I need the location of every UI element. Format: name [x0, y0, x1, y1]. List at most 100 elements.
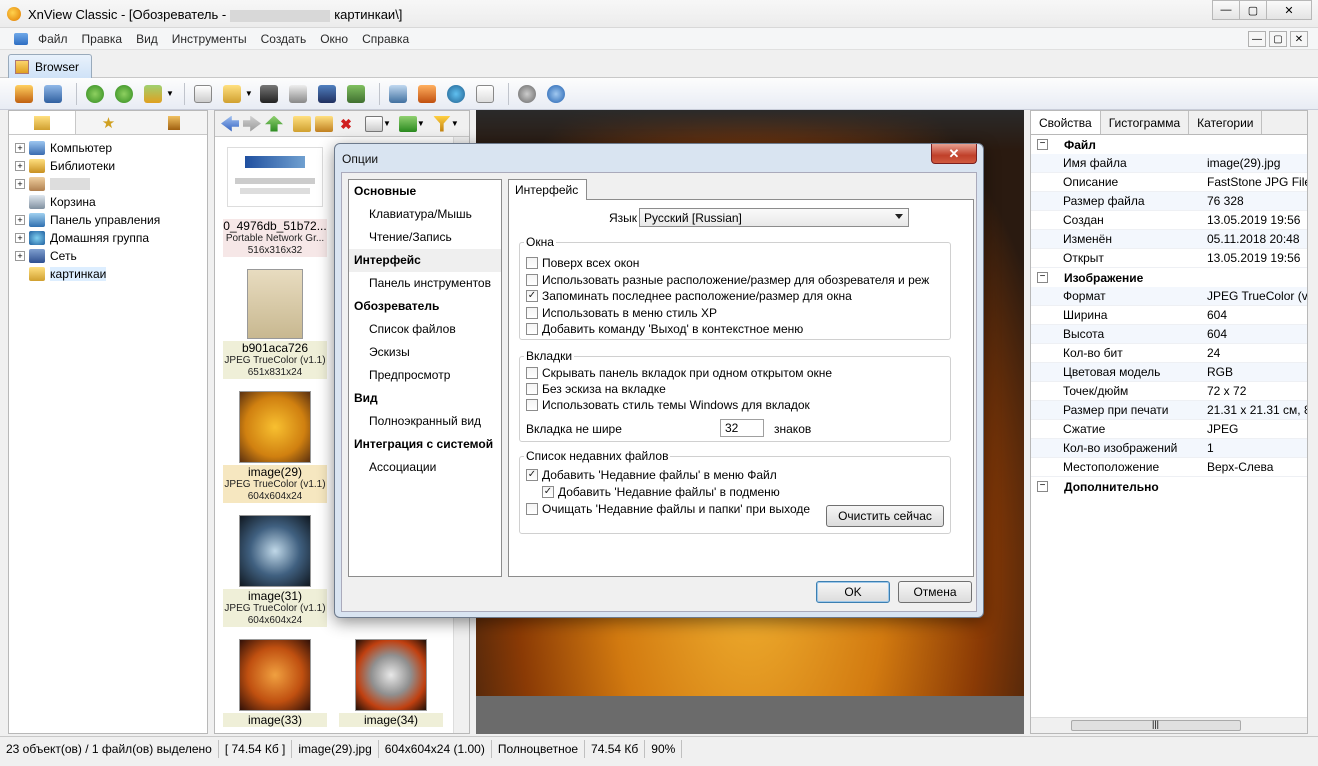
checkbox-unchecked[interactable]: [526, 367, 538, 379]
property-row[interactable]: Открыт 13.05.2019 19:56: [1031, 249, 1307, 268]
menu-item[interactable]: Создать: [261, 32, 307, 46]
up-arrow-icon[interactable]: [265, 115, 283, 132]
maximize-button[interactable]: ▢: [1239, 0, 1267, 20]
tree-item[interactable]: картинкаи: [9, 265, 207, 283]
expand-toggle[interactable]: +: [15, 143, 25, 153]
checkbox-option[interactable]: Без эскиза на вкладке: [526, 381, 666, 397]
options-category-item[interactable]: Основные: [349, 180, 501, 203]
reload-button[interactable]: [112, 82, 136, 106]
fullscreen-button[interactable]: [41, 82, 65, 106]
collapse-icon[interactable]: −: [1037, 272, 1048, 283]
checkbox-option[interactable]: Скрывать панель вкладок при одном открыт…: [526, 365, 832, 381]
property-row[interactable]: Сжатие JPEG: [1031, 420, 1307, 439]
property-row[interactable]: Точек/дюйм 72 x 72: [1031, 382, 1307, 401]
expand-toggle[interactable]: +: [15, 161, 25, 171]
forward-arrow-icon[interactable]: [243, 115, 261, 132]
properties-hscrollbar[interactable]: |||: [1031, 717, 1307, 733]
convert-button[interactable]: [141, 82, 165, 106]
options-category-item[interactable]: Обозреватель: [349, 295, 501, 318]
delete-icon[interactable]: ✖: [337, 116, 355, 132]
property-group[interactable]: − Изображение: [1031, 268, 1307, 287]
contact-sheet-button[interactable]: [473, 82, 497, 106]
property-row[interactable]: Изменён 05.11.2018 20:48: [1031, 230, 1307, 249]
options-category-item[interactable]: Список файлов: [349, 318, 501, 341]
expand-toggle[interactable]: +: [15, 251, 25, 261]
find-button[interactable]: [257, 82, 281, 106]
checkbox-unchecked[interactable]: [526, 273, 538, 286]
checkbox-option[interactable]: Очищать 'Недавние файлы и папки' при вых…: [526, 501, 810, 517]
checkbox-checked[interactable]: ✓: [526, 469, 538, 481]
thumbnail-item[interactable]: image(34): [339, 639, 443, 727]
property-row[interactable]: Создан 13.05.2019 19:56: [1031, 211, 1307, 230]
tree-item[interactable]: + Домашняя группа: [9, 229, 207, 247]
folder-button[interactable]: [220, 82, 244, 106]
property-group[interactable]: − Файл: [1031, 135, 1307, 154]
checkbox-option[interactable]: Использовать стиль темы Windows для вкла…: [526, 397, 810, 413]
checkbox-option[interactable]: ✓ Запоминать последнее расположение/разме…: [526, 288, 852, 304]
clear-now-button[interactable]: Очистить сейчас: [826, 505, 944, 527]
property-row[interactable]: Размер файла 76 328: [1031, 192, 1307, 211]
options-category-item[interactable]: Интеграция с системой: [349, 433, 501, 456]
new-folder-icon[interactable]: [293, 115, 311, 132]
property-row[interactable]: Имя файла image(29).jpg: [1031, 154, 1307, 173]
collapse-icon[interactable]: −: [1037, 481, 1048, 492]
property-row[interactable]: Описание FastStone JPG File: [1031, 173, 1307, 192]
expand-toggle[interactable]: +: [15, 179, 25, 189]
checkbox-unchecked[interactable]: [526, 323, 538, 335]
tab-width-input[interactable]: 32: [720, 419, 764, 437]
mdi-restore-button[interactable]: ▢: [1269, 31, 1287, 47]
checkbox-option[interactable]: Использовать разные расположение/размер …: [526, 272, 929, 288]
menu-item[interactable]: Окно: [320, 32, 348, 46]
filter-icon[interactable]: [432, 115, 451, 132]
chevron-down-icon[interactable]: ▼: [451, 119, 459, 128]
slideshow-button[interactable]: [344, 82, 368, 106]
checkbox-checked[interactable]: ✓: [526, 290, 538, 302]
print-button[interactable]: [286, 82, 310, 106]
property-row[interactable]: Кол-во изображений 1: [1031, 439, 1307, 458]
checkbox-option[interactable]: Использовать в меню стиль XP: [526, 305, 717, 321]
collapse-icon[interactable]: −: [1037, 139, 1048, 150]
about-button[interactable]: [544, 82, 568, 106]
checkbox-unchecked[interactable]: [526, 306, 538, 319]
checkbox-unchecked[interactable]: [526, 399, 538, 411]
tab-histogram[interactable]: Гистограмма: [1101, 111, 1190, 134]
chevron-down-icon[interactable]: ▼: [417, 119, 425, 128]
checkbox-checked[interactable]: ✓: [542, 486, 554, 498]
tree-item[interactable]: + Панель управления: [9, 211, 207, 229]
menu-item[interactable]: Правка: [82, 32, 123, 46]
tab-interface[interactable]: Интерфейс: [508, 179, 588, 200]
property-row[interactable]: Цветовая модель RGB: [1031, 363, 1307, 382]
property-row[interactable]: Формат JPEG TrueColor (v1.: [1031, 287, 1307, 306]
tab-categories[interactable]: Категории: [1189, 111, 1263, 134]
back-arrow-icon[interactable]: [221, 115, 239, 132]
presentation-button[interactable]: [415, 82, 439, 106]
options-category-item[interactable]: Панель инструментов: [349, 272, 501, 295]
property-row[interactable]: Кол-во бит 24: [1031, 344, 1307, 363]
view-mode-icon[interactable]: [365, 115, 383, 132]
chevron-down-icon[interactable]: ▼: [166, 89, 174, 98]
menu-item[interactable]: Вид: [136, 32, 158, 46]
cancel-button[interactable]: Отмена: [898, 581, 972, 603]
property-row[interactable]: Ширина 604: [1031, 306, 1307, 325]
tab-folders[interactable]: [9, 111, 76, 134]
dialog-close-button[interactable]: ✕: [931, 144, 977, 164]
rename-icon[interactable]: [315, 115, 333, 132]
thumbnail-item[interactable]: b901aca726 JPEG TrueColor (v1.1) 651x831…: [223, 269, 327, 379]
checkbox-unchecked[interactable]: [526, 257, 538, 269]
checkbox-option[interactable]: Поверх всех окон: [526, 255, 639, 271]
new-button[interactable]: [191, 82, 215, 106]
ok-button[interactable]: OK: [816, 581, 890, 603]
tree-item[interactable]: + Компьютер: [9, 139, 207, 157]
checkbox-option[interactable]: Добавить команду 'Выход' в контекстное м…: [526, 321, 803, 337]
checkbox-option[interactable]: ✓ Добавить 'Недавние файлы' в меню Файл: [526, 467, 777, 483]
chevron-down-icon[interactable]: ▼: [383, 119, 391, 128]
sort-icon[interactable]: [398, 115, 417, 132]
menu-item[interactable]: Справка: [362, 32, 409, 46]
property-row[interactable]: Высота 604: [1031, 325, 1307, 344]
tab-properties[interactable]: Свойства: [1031, 111, 1101, 134]
expand-toggle[interactable]: +: [15, 215, 25, 225]
options-category-item[interactable]: Клавиатура/Мышь: [349, 203, 501, 226]
language-select[interactable]: Русский [Russian]: [639, 208, 909, 227]
close-button[interactable]: ✕: [1266, 0, 1312, 20]
mdi-minimize-button[interactable]: —: [1248, 31, 1266, 47]
